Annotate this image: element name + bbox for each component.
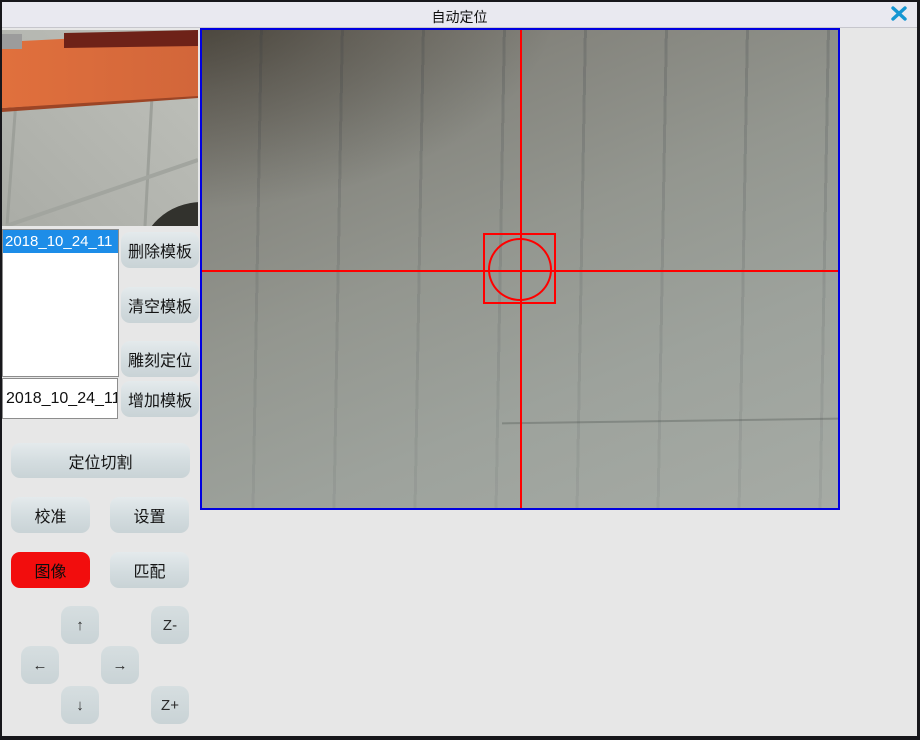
jog-down-button[interactable]: ↓ <box>61 686 99 724</box>
image-button-active[interactable]: 图像 <box>11 552 90 588</box>
match-button[interactable]: 匹配 <box>110 552 189 588</box>
jog-left-button[interactable]: ← <box>21 646 59 684</box>
titlebar: 自动定位 <box>2 2 917 28</box>
camera-live-view <box>200 28 840 510</box>
template-list[interactable]: 2018_10_24_11 <box>2 229 119 377</box>
close-icon <box>891 6 907 24</box>
delete-template-button[interactable]: 删除模板 <box>121 232 199 268</box>
close-button[interactable] <box>887 4 911 26</box>
template-list-item[interactable]: 2018_10_24_11 <box>3 230 118 253</box>
arrow-right-icon: → <box>113 657 128 674</box>
jog-up-button[interactable]: ↑ <box>61 606 99 644</box>
clear-templates-button[interactable]: 清空模板 <box>121 287 199 323</box>
jog-z-plus-button[interactable]: Z+ <box>151 686 189 724</box>
jog-z-minus-button[interactable]: Z- <box>151 606 189 644</box>
jog-right-button[interactable]: → <box>101 646 139 684</box>
dialog-title: 自动定位 <box>2 7 917 27</box>
arrow-up-icon: ↑ <box>76 617 84 634</box>
settings-button[interactable]: 设置 <box>110 497 189 533</box>
arrow-left-icon: ← <box>33 657 48 674</box>
add-template-button[interactable]: 增加模板 <box>121 381 199 417</box>
calibrate-button[interactable]: 校准 <box>11 497 90 533</box>
arrow-down-icon: ↓ <box>76 697 84 714</box>
engrave-position-button[interactable]: 雕刻定位 <box>121 341 199 377</box>
position-cut-button[interactable]: 定位切割 <box>11 443 190 478</box>
match-region-circle <box>488 238 552 301</box>
template-thumbnail-preview <box>2 30 198 226</box>
auto-position-dialog: 自动定位 <box>0 0 920 740</box>
template-name-input[interactable] <box>2 378 118 419</box>
